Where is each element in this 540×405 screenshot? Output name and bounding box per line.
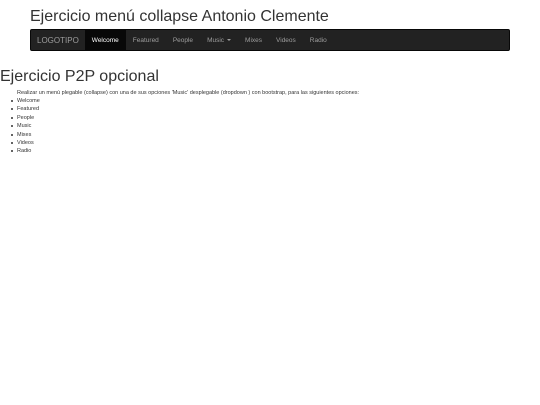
navbar: LOGOTIPO Welcome Featured People Music M… <box>30 29 510 51</box>
nav-item-radio[interactable]: Radio <box>303 30 334 50</box>
caret-down-icon <box>227 39 232 41</box>
list-item: Welcome <box>11 98 40 104</box>
list-item: Mixes <box>11 131 40 139</box>
options-list: Welcome Featured People Music Mixes Vide… <box>11 97 40 156</box>
page: Ejercicio menú collapse Antonio Clemente… <box>0 0 540 405</box>
description: Realizar un menú plegable (collapse) con… <box>17 90 360 96</box>
nav-item-people[interactable]: People <box>166 30 200 50</box>
nav-item-mixes[interactable]: Mixes <box>238 30 269 50</box>
list-item: Featured <box>11 106 40 113</box>
section-title: Ejercicio P2P opcional <box>0 68 159 85</box>
list-item: People <box>11 114 40 122</box>
nav-item-music-label: Music <box>207 36 225 44</box>
list-item: Videos <box>11 139 40 147</box>
nav-item-welcome[interactable]: Welcome <box>84 30 126 50</box>
nav-item-featured[interactable]: Featured <box>126 30 166 50</box>
list-item: Music <box>11 122 40 130</box>
site-title: Ejercicio menú collapse Antonio Clemente <box>30 8 329 25</box>
nav-menu: Welcome Featured People Music Mixes Vide… <box>84 30 334 50</box>
nav-item-music-dropdown[interactable]: Music <box>200 30 238 50</box>
navbar-brand[interactable]: LOGOTIPO <box>31 30 85 50</box>
list-item: Radio <box>11 147 40 155</box>
nav-item-videos[interactable]: Videos <box>269 30 303 50</box>
